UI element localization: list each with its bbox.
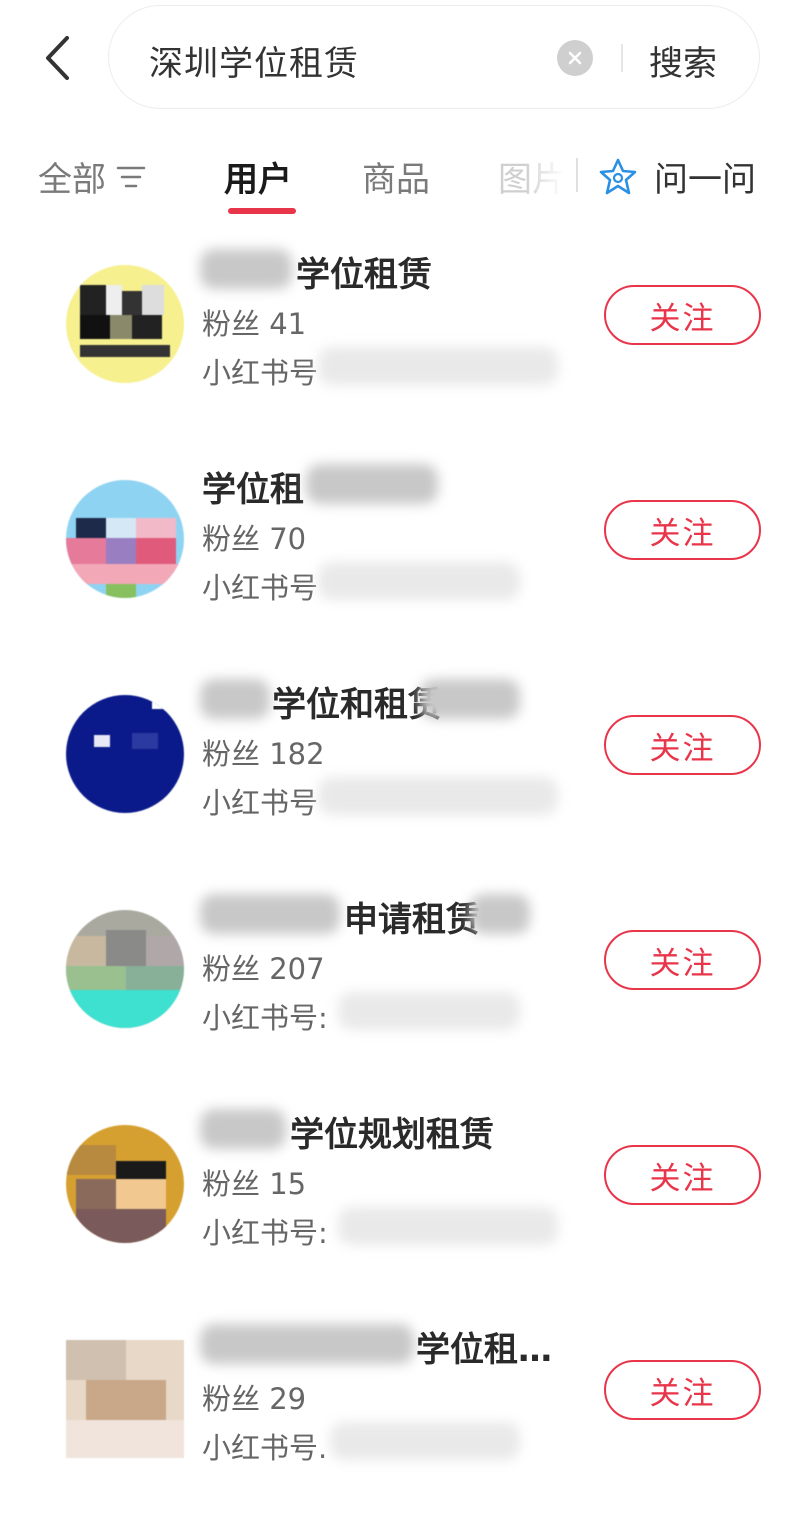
redacted-block	[200, 1324, 414, 1364]
xiaohongshu-id: 小红书号	[202, 786, 319, 820]
xiaohongshu-id: 小红书号:	[202, 1216, 328, 1250]
chevron-left-icon	[46, 36, 69, 80]
clear-icon	[568, 51, 582, 65]
avatar[interactable]	[66, 1340, 184, 1458]
result-tabs: 全部 用户 商品 图片 问一问	[0, 140, 800, 220]
redacted-block	[200, 679, 270, 719]
redacted-block	[420, 679, 520, 719]
search-box[interactable]: 深圳学位租赁 搜索	[108, 5, 760, 109]
user-row[interactable]: 学位租赁 粉丝 41 小红书号 关注	[0, 225, 800, 440]
redacted-block	[318, 777, 558, 815]
user-name: 申请租赁	[344, 900, 480, 940]
active-tab-indicator	[228, 208, 296, 214]
redacted-block	[200, 894, 340, 934]
xiaohongshu-id: 小红书号	[202, 356, 319, 390]
redacted-block	[318, 562, 520, 600]
fans-count: 粉丝 182	[202, 737, 325, 771]
user-name: 学位租…	[416, 1330, 552, 1370]
fans-count: 粉丝 207	[202, 952, 325, 986]
tab-user[interactable]: 用户	[224, 152, 292, 201]
search-divider	[621, 44, 623, 72]
user-row[interactable]: 学位租… 粉丝 29 小红书号. 关注	[0, 1300, 800, 1515]
user-name: 学位和租赁	[272, 685, 442, 725]
top-bar: 深圳学位租赁 搜索	[0, 0, 800, 118]
tab-goods[interactable]: 商品	[362, 152, 430, 201]
redacted-block	[306, 464, 438, 504]
user-name: 学位规划租赁	[290, 1115, 494, 1155]
redacted-block	[318, 347, 558, 385]
redacted-block	[200, 249, 292, 289]
follow-button[interactable]: 关注	[604, 285, 761, 345]
tab-all-label: 全部	[38, 160, 106, 200]
user-name: 学位租赁	[296, 255, 432, 295]
follow-button[interactable]: 关注	[604, 715, 761, 775]
tab-separator	[576, 158, 578, 192]
follow-button[interactable]: 关注	[604, 930, 761, 990]
back-button[interactable]	[30, 28, 86, 88]
user-row[interactable]: 学位和租赁 粉丝 182 小红书号 关注	[0, 655, 800, 870]
avatar[interactable]	[66, 480, 184, 598]
tab-ask[interactable]: 问一问	[598, 152, 756, 201]
redacted-block	[330, 1422, 520, 1460]
xiaohongshu-id: 小红书号:	[202, 1001, 328, 1035]
avatar[interactable]	[66, 1125, 184, 1243]
search-button[interactable]: 搜索	[649, 36, 717, 85]
follow-button[interactable]: 关注	[604, 500, 761, 560]
clear-search-button[interactable]	[557, 40, 593, 76]
xiaohongshu-id: 小红书号	[202, 571, 319, 605]
user-row[interactable]: 申请租赁 粉丝 207 小红书号: 关注	[0, 870, 800, 1085]
fans-count: 粉丝 70	[202, 522, 307, 556]
tab-ask-label: 问一问	[654, 160, 756, 200]
redacted-block	[338, 1207, 558, 1245]
search-input[interactable]: 深圳学位租赁	[149, 36, 359, 85]
fans-count: 粉丝 29	[202, 1382, 307, 1416]
avatar[interactable]	[66, 265, 184, 383]
user-name: 学位租	[202, 470, 304, 510]
avatar[interactable]	[66, 695, 184, 813]
user-row[interactable]: 学位租 粉丝 70 小红书号 关注	[0, 440, 800, 655]
redacted-block	[470, 894, 530, 934]
fans-count: 粉丝 15	[202, 1167, 307, 1201]
tab-all[interactable]: 全部	[38, 152, 146, 201]
redacted-block	[338, 992, 520, 1030]
user-row[interactable]: 学位规划租赁 粉丝 15 小红书号: 关注	[0, 1085, 800, 1300]
redacted-block	[200, 1109, 286, 1149]
sparkle-star-icon	[599, 158, 637, 194]
filter-icon	[116, 166, 146, 187]
tab-pictures[interactable]: 图片	[498, 152, 564, 201]
xiaohongshu-id: 小红书号.	[202, 1431, 328, 1465]
avatar[interactable]	[66, 910, 184, 1028]
follow-button[interactable]: 关注	[604, 1360, 761, 1420]
fans-count: 粉丝 41	[202, 307, 307, 341]
follow-button[interactable]: 关注	[604, 1145, 761, 1205]
